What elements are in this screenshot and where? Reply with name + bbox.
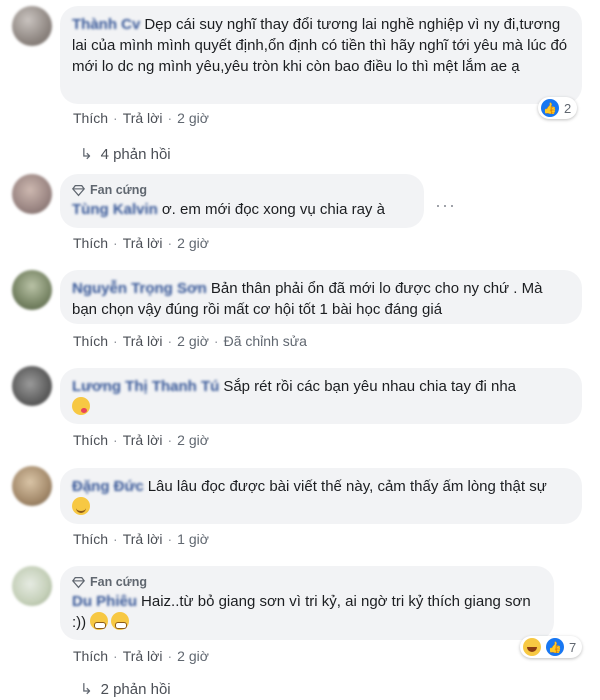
- separator: ·: [113, 648, 118, 664]
- replies-count: 2 phản hồi: [100, 680, 171, 698]
- like-icon: 👍: [541, 99, 559, 117]
- separator: ·: [113, 235, 118, 251]
- fan-badge-label: Fan cứng: [90, 575, 147, 589]
- avatar[interactable]: [12, 366, 52, 406]
- comment-actions: Thích · Trả lời · 2 giờ: [73, 648, 209, 664]
- separator: ·: [167, 648, 173, 664]
- avatar[interactable]: [12, 270, 52, 310]
- kissing-face-icon: [72, 397, 90, 415]
- comment-bubble: Đặng Đức Lâu lâu đọc được bài viết thế nà…: [60, 468, 582, 524]
- comment-bubble: Fan cứng Tùng Kalvin ơ. em mới đọc xong v…: [60, 174, 424, 228]
- comment-text: Dẹp cái suy nghĩ thay đổi tương lai nghề…: [72, 16, 568, 75]
- reply-arrow-icon: ↳: [80, 681, 93, 698]
- reaction-summary[interactable]: 👍 2: [538, 97, 578, 119]
- separator: ·: [113, 333, 118, 349]
- haha-icon: [523, 638, 541, 656]
- comment-text: Haiz..từ bỏ giang sơn vì tri kỷ, ai ngờ …: [72, 593, 531, 631]
- comment-bubble: Thành Cv Dẹp cái suy nghĩ thay đổi tương …: [60, 6, 582, 104]
- reaction-count: 2: [564, 100, 572, 116]
- reply-button[interactable]: Trả lời: [123, 110, 163, 126]
- avatar[interactable]: [12, 466, 52, 506]
- separator: ·: [113, 432, 118, 448]
- comment-author[interactable]: Nguyễn Trọng Sơn: [72, 280, 207, 297]
- replies-count: 4 phản hồi: [100, 145, 171, 163]
- avatar[interactable]: [12, 566, 52, 606]
- separator: ·: [167, 235, 173, 251]
- smiling-face-icon: [72, 497, 90, 515]
- comment-author[interactable]: Lương Thị Thanh Tú: [72, 378, 219, 395]
- comment-time[interactable]: 2 giờ: [177, 333, 209, 349]
- view-replies-link[interactable]: ↳ 2 phản hồi: [80, 680, 171, 699]
- like-button[interactable]: Thích: [73, 110, 108, 126]
- comment-time[interactable]: 2 giờ: [177, 648, 209, 664]
- like-button[interactable]: Thích: [73, 432, 108, 448]
- edited-label[interactable]: Đã chỉnh sửa: [224, 333, 307, 349]
- reply-button[interactable]: Trả lời: [123, 333, 163, 349]
- separator: ·: [167, 110, 173, 126]
- separator: ·: [167, 333, 173, 349]
- comment-time[interactable]: 2 giờ: [177, 432, 209, 448]
- grimacing-face-icon: [111, 612, 130, 630]
- comment-bubble: Fan cứng Du Phiêu Haiz..từ bỏ giang sơn v…: [60, 566, 554, 640]
- comment-author[interactable]: Đặng Đức: [72, 478, 144, 495]
- reaction-summary[interactable]: 👍 7: [520, 636, 583, 658]
- view-replies-link[interactable]: ↳ 4 phản hồi: [80, 145, 171, 164]
- more-options-icon[interactable]: ···: [435, 195, 456, 216]
- avatar[interactable]: [12, 6, 52, 46]
- separator: ·: [213, 333, 219, 349]
- comment-text: Lâu lâu đọc được bài viết thế này, cảm t…: [147, 478, 547, 495]
- comment-actions: Thích · Trả lời · 2 giờ: [73, 235, 209, 251]
- comment-actions: Thích · Trả lời · 1 giờ: [73, 531, 209, 547]
- comment-time[interactable]: 1 giờ: [177, 531, 209, 547]
- separator: ·: [167, 531, 173, 547]
- reply-button[interactable]: Trả lời: [123, 648, 163, 664]
- comment-time[interactable]: 2 giờ: [177, 235, 209, 251]
- comment-bubble: Lương Thị Thanh Tú Sắp rét rồi các bạn yê…: [60, 368, 582, 424]
- like-icon: 👍: [546, 638, 564, 656]
- comment-actions: Thích · Trả lời · 2 giờ: [73, 432, 209, 448]
- comment-actions: Thích · Trả lời · 2 giờ: [73, 110, 209, 126]
- separator: ·: [113, 531, 118, 547]
- comment-bubble: Nguyễn Trọng Sơn Bản thân phải ổn đã mới …: [60, 270, 582, 324]
- separator: ·: [167, 432, 173, 448]
- diamond-icon: [72, 576, 85, 588]
- like-button[interactable]: Thích: [73, 235, 108, 251]
- comment-actions: Thích · Trả lời · 2 giờ · Đã chỉnh sửa: [73, 333, 307, 349]
- like-button[interactable]: Thích: [73, 333, 108, 349]
- reply-button[interactable]: Trả lời: [123, 432, 163, 448]
- diamond-icon: [72, 184, 85, 196]
- grimacing-face-icon: [90, 612, 109, 630]
- reply-button[interactable]: Trả lời: [123, 235, 163, 251]
- separator: ·: [113, 110, 118, 126]
- comment-time[interactable]: 2 giờ: [177, 110, 209, 126]
- reply-arrow-icon: ↳: [80, 146, 93, 163]
- comment-author[interactable]: Thành Cv: [72, 16, 140, 33]
- like-button[interactable]: Thích: [73, 531, 108, 547]
- comment-text: ơ. em mới đọc xong vụ chia ray à: [161, 201, 385, 218]
- like-button[interactable]: Thích: [73, 648, 108, 664]
- comment-text: Sắp rét rồi các bạn yêu nhau chia tay đi…: [223, 378, 517, 395]
- fan-badge: Fan cứng: [72, 574, 542, 590]
- fan-badge-label: Fan cứng: [90, 183, 147, 197]
- comment-author[interactable]: Du Phiêu: [72, 593, 137, 610]
- comment-author[interactable]: Tùng Kalvin: [72, 201, 158, 218]
- reaction-count: 7: [569, 639, 577, 655]
- avatar[interactable]: [12, 174, 52, 214]
- fan-badge: Fan cứng: [72, 182, 412, 198]
- reply-button[interactable]: Trả lời: [123, 531, 163, 547]
